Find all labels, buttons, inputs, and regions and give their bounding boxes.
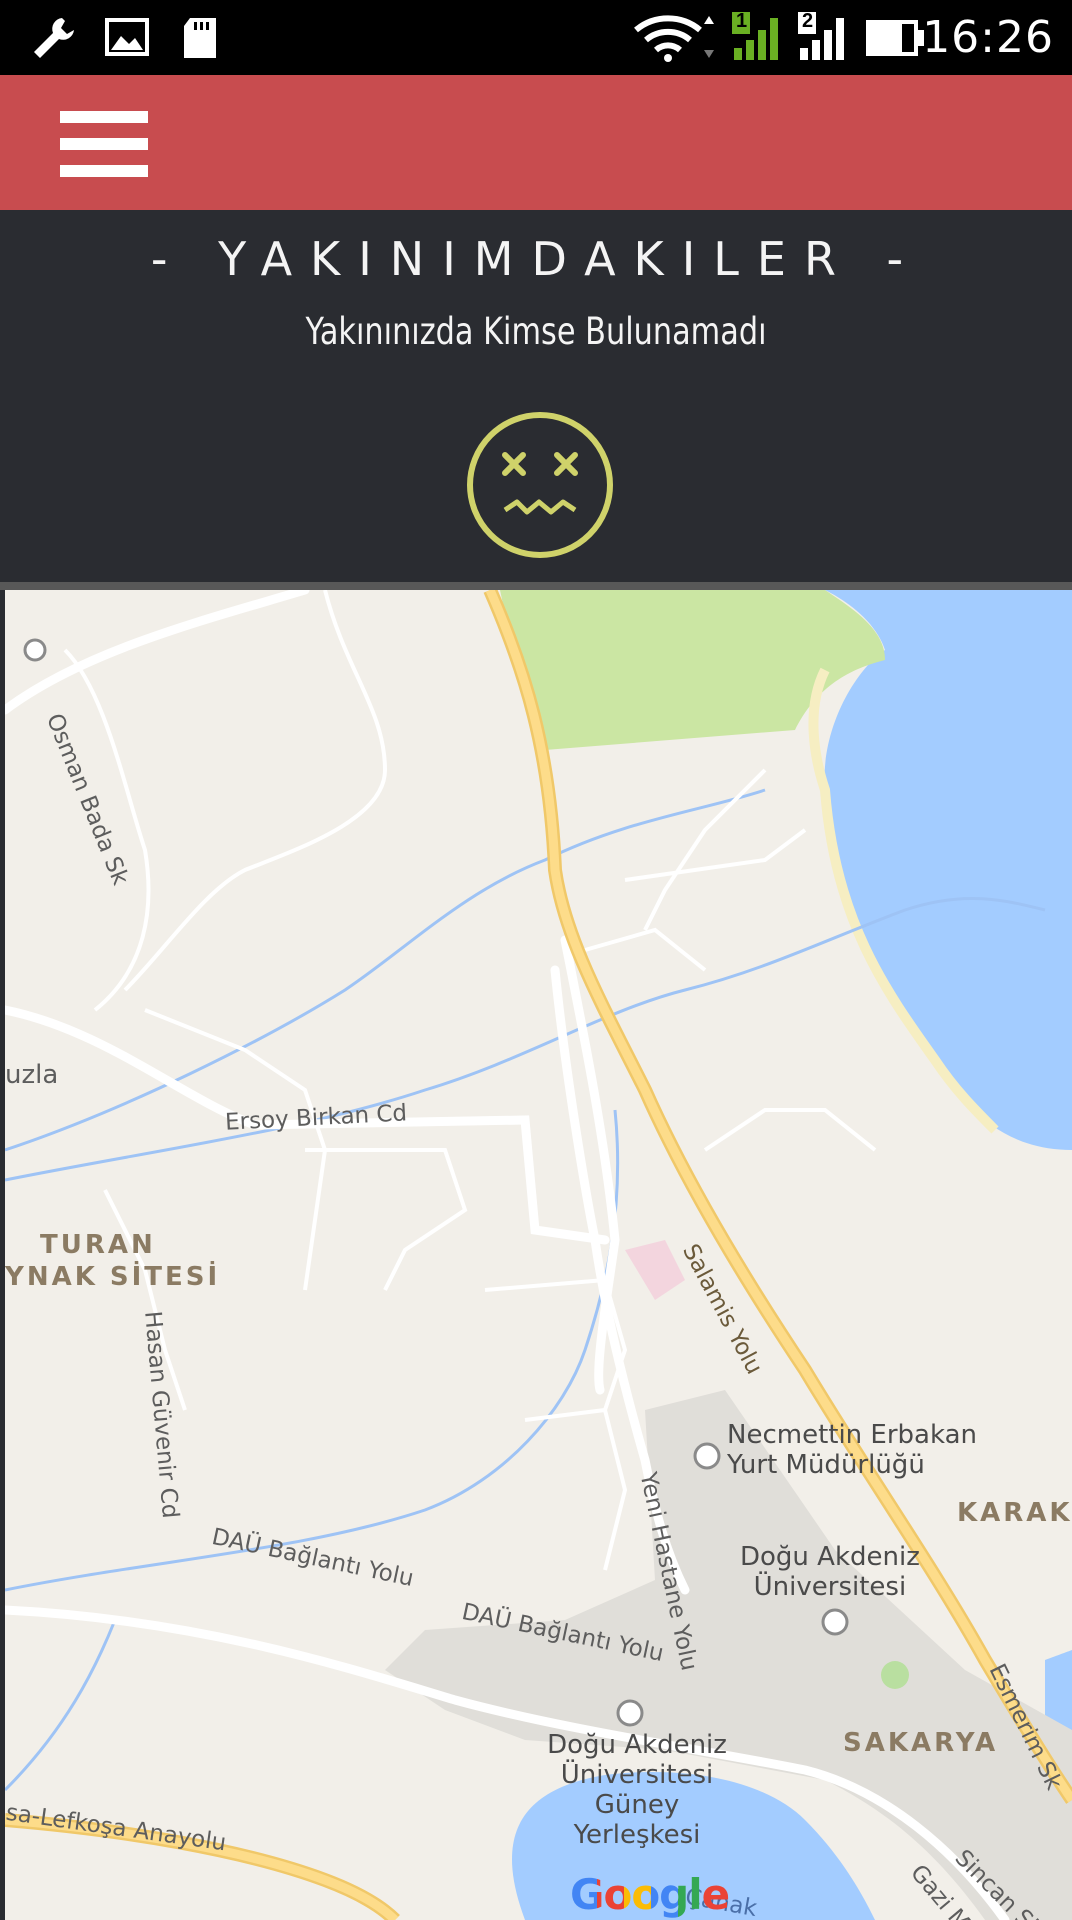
google-logo: Google xyxy=(570,1870,730,1919)
poi-name: Üniversitesi xyxy=(560,1760,714,1790)
app-bar xyxy=(0,75,1072,210)
status-bar: 1 2 16:26 xyxy=(0,0,1072,75)
battery-icon xyxy=(866,20,924,56)
clock: 16:26 xyxy=(922,12,1054,63)
poi-name: Doğu Akdeniz xyxy=(547,1730,727,1760)
area-label: YNAK SİTESİ xyxy=(5,1262,221,1292)
area-label: uzla xyxy=(5,1060,59,1090)
poi-label[interactable]: Necmettin Erbakan Yurt Müdürlüğü xyxy=(727,1420,977,1480)
poi-name: Necmettin Erbakan xyxy=(727,1420,977,1450)
wifi-icon xyxy=(634,15,714,62)
dizzy-face-icon xyxy=(467,412,613,558)
image-icon xyxy=(105,18,149,56)
empty-message: Yakınınızda Kimse Bulunamadı xyxy=(305,310,767,353)
poi-name: Doğu Akdeniz xyxy=(740,1542,920,1572)
area-label: TURAN xyxy=(40,1230,156,1260)
page-title: - YAKINIMDAKILER - xyxy=(150,232,922,286)
google-logo-text: Google xyxy=(570,1870,730,1919)
poi-name: Yurt Müdürlüğü xyxy=(727,1450,925,1480)
wrench-icon xyxy=(34,18,74,58)
map-canvas xyxy=(5,590,1072,1920)
sim2-label: 2 xyxy=(802,10,814,32)
poi-name: Yerleşkesi xyxy=(573,1820,701,1850)
poi-name: Üniversitesi xyxy=(753,1572,907,1602)
poi-name: Güney xyxy=(594,1790,680,1820)
hamburger-menu-icon[interactable] xyxy=(60,111,148,177)
poi-label[interactable]: Doğu Akdeniz Üniversitesi Güney Yerleşke… xyxy=(537,1730,737,1850)
map-view[interactable]: Osman Bada Sk Ersoy Birkan Cd Hasan Güve… xyxy=(5,590,1072,1920)
area-label: KARAKO xyxy=(957,1498,1072,1528)
area-label: SAKARYA xyxy=(843,1728,999,1758)
sd-card-icon xyxy=(184,18,216,58)
poi-label[interactable]: Doğu Akdeniz Üniversitesi xyxy=(740,1542,920,1602)
divider xyxy=(0,582,1072,590)
nearby-panel: - YAKINIMDAKILER - Yakınınızda Kimse Bul… xyxy=(0,210,1072,582)
sim1-label: 1 xyxy=(736,10,748,32)
